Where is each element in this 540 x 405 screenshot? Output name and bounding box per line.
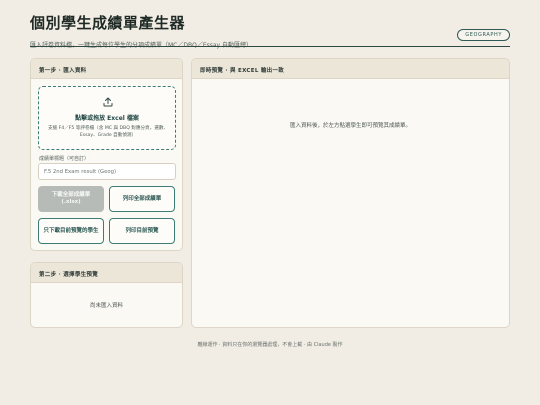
subject-badge: GEOGRAPHY [457, 29, 510, 41]
print-all-button[interactable]: 列印全部成績單 [109, 186, 175, 212]
preview-panel: 即時預覽 · 與 EXCEL 輸出一致 匯入資料後，於左方點選學生即可預覽其成績… [191, 58, 510, 328]
download-all-button[interactable]: 下載全部成績單 (.xlsx) [38, 186, 104, 212]
student-list-empty: 尚未匯入資料 [89, 303, 123, 309]
preview-heading: 即時預覽 · 與 EXCEL 輸出一致 [192, 59, 509, 79]
page-title: 個別學生成績單產生器 [30, 14, 186, 32]
import-panel-heading: 第一步 · 匯入資料 [31, 59, 182, 79]
dropzone-hint: 支援 F4／F5 等評卷檔（含 MC 與 DBQ 對應分頁，選數、Essay、G… [47, 126, 169, 138]
header-divider [30, 46, 510, 47]
page-header: 個別學生成績單產生器 匯入評卷資料檔，一鍵生成每位學生的分項成績單（MC／DBQ… [30, 12, 510, 49]
dropzone-title: 點擊或拖放 Excel 檔案 [75, 115, 139, 122]
import-panel: 第一步 · 匯入資料 點擊或拖放 Excel 檔案 支援 F4／F5 等評卷檔（… [30, 58, 183, 251]
report-title-input[interactable] [38, 163, 176, 180]
preview-placeholder: 匯入資料後，於左方點選學生即可預覽其成績單。 [289, 123, 411, 129]
page-footer: 離線運作 · 資料只在你的瀏覽器處理，不會上載 · 由 Claude 製作 [197, 342, 343, 348]
upload-icon [103, 97, 113, 107]
page-subtitle: 匯入評卷資料檔，一鍵生成每位學生的分項成績單（MC／DBQ／Essay 自動匯總… [30, 40, 510, 49]
download-current-button[interactable]: 只下載目前預覽的學生 [38, 218, 104, 244]
print-current-button[interactable]: 列印目前預覽 [109, 218, 175, 244]
student-select-heading: 第二步 · 選擇學生預覽 [31, 263, 182, 283]
title-field-label: 成績單標題（可自訂） [39, 156, 90, 162]
file-dropzone[interactable]: 點擊或拖放 Excel 檔案 支援 F4／F5 等評卷檔（含 MC 與 DBQ … [38, 86, 176, 150]
student-select-panel: 第二步 · 選擇學生預覽 尚未匯入資料 [30, 262, 183, 328]
